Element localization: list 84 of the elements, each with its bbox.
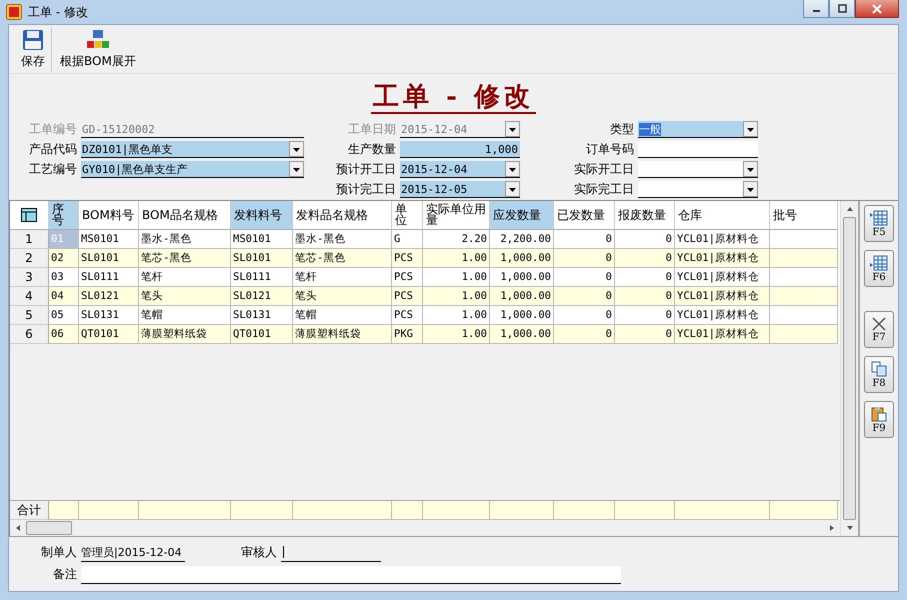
table-icon [870,210,888,226]
table-row[interactable]: 2 02 SL0101 笔芯-黑色 SL0101 笔芯-黑色 PCS 1.00 1,000.00 0 0 YCL01|原材料仓 [10,249,840,268]
row-number: 3 [10,268,49,287]
field-label: 预计开工日 [335,161,396,178]
table-row[interactable]: 5 05 SL0131 笔帽 SL0131 笔帽 PCS 1.00 1,000.00 0 0 YCL01|原材料仓 [10,306,840,325]
combo-box[interactable]: GY010|黑色单支生产 [81,161,304,178]
maximize-button[interactable] [829,0,855,18]
form-title: 工单 - 修改 [371,82,536,114]
field-label: 实际完工日 [573,181,634,198]
row-number: 6 [10,325,49,344]
save-button[interactable]: 保存 [15,26,52,72]
row-number: 2 [10,249,49,268]
field-label: 订单号码 [585,141,634,158]
maximize-icon [838,4,846,13]
table-row[interactable]: 1 01 MS0101 墨水-黑色 MS0101 墨水-黑色 G 2.20 2,200.00 0 0 YCL01|原材料仓 [10,230,840,249]
field-label: 产品代码 [28,141,77,158]
right-arrow-icon [828,524,836,532]
table-cell: 薄膜塑料纸袋 [139,325,231,344]
scrollbar-thumb[interactable] [843,217,856,520]
column-header[interactable]: 序号 [49,201,79,230]
combo-box[interactable]: 一般 [638,121,758,138]
window-title: 工单 - 修改 [28,4,88,20]
combo-box[interactable] [638,181,758,198]
table-cell: YCL01|原材料仓 [675,325,770,344]
column-header[interactable]: 发料料号 [231,201,293,230]
colored-blocks-icon [86,28,110,50]
table-cell: QT0101 [79,325,139,344]
total-label: 合计 [10,501,49,520]
table-row[interactable]: 4 04 SL0121 笔头 SL0121 笔头 PCS 1.00 1,000.00 0 0 YCL01|原材料仓 [10,287,840,306]
table-cell: QT0101 [231,325,293,344]
row-number: 1 [10,230,49,249]
input-field[interactable] [281,544,381,562]
table-cell: 01 [49,230,79,249]
side-button[interactable]: F5 [864,205,894,242]
side-button[interactable]: F6 [864,250,894,287]
close-icon [872,4,882,14]
table-cell: 1.00 [423,325,490,344]
grid-icon [21,208,37,222]
table-cell: 0 [554,325,615,344]
combo-box[interactable] [638,161,758,178]
input-field[interactable]: 1,000 [400,141,520,158]
field-label: 工单日期 [347,121,396,138]
field-label: 工艺编号 [28,161,77,178]
row-number: 5 [10,306,49,325]
table-cell: 06 [49,325,79,344]
table-icon [870,254,888,270]
clipboard-icon [871,406,887,422]
side-button[interactable]: F7 [864,311,894,348]
field-label: 预计完工日 [335,181,396,198]
copy-icon [871,360,887,376]
column-header[interactable]: 应发数量 [490,201,554,230]
toolbar-button[interactable]: 根据BOM展开 [54,26,142,72]
field-label: 工单编号 [28,121,77,138]
cross-icon [872,316,886,330]
minimize-button[interactable] [803,0,829,18]
left-arrow-icon [14,524,22,532]
table-row[interactable]: 6 06 QT0101 薄膜塑料纸袋 QT0101 薄膜塑料纸袋 PKG 1.00 1,000.00 0 0 YCL01|原材料仓 [10,325,840,344]
table-cell [770,325,838,344]
input-field[interactable] [638,141,758,158]
table-cell: 1,000.00 [490,325,554,344]
input-field[interactable]: 管理员|2015-12-04 [81,544,185,562]
up-arrow-icon [846,205,854,213]
field-label: 制单人 [40,544,78,561]
side-button[interactable]: F9 [864,401,894,438]
input-field[interactable] [81,566,621,584]
combo-box[interactable]: DZ0101|黑色单支 [81,141,304,158]
close-button[interactable] [855,0,899,18]
side-button[interactable]: F8 [864,356,894,393]
app-icon [6,4,22,20]
table-cell: PKG [392,325,423,344]
row-number: 4 [10,287,49,306]
table-cell: 0 [615,325,675,344]
scrollbar-thumb[interactable] [26,521,72,535]
combo-box[interactable]: 2015-12-05 [400,181,520,198]
table-cell: 薄膜塑料纸袋 [293,325,392,344]
field-label: 实际开工日 [573,161,634,178]
field-label: 审核人 [240,544,278,561]
field-label: 生产数量 [347,141,396,158]
combo-box[interactable]: 2015-12-04 [400,161,520,178]
vertical-scrollbar[interactable] [840,201,858,536]
field-label: 备注 [52,566,78,583]
table-row[interactable]: 3 03 SL0111 笔杆 SL0111 笔杆 PCS 1.00 1,000.00 0 0 YCL01|原材料仓 [10,268,840,287]
field-label: 类型 [609,121,634,138]
down-arrow-icon [846,524,854,532]
